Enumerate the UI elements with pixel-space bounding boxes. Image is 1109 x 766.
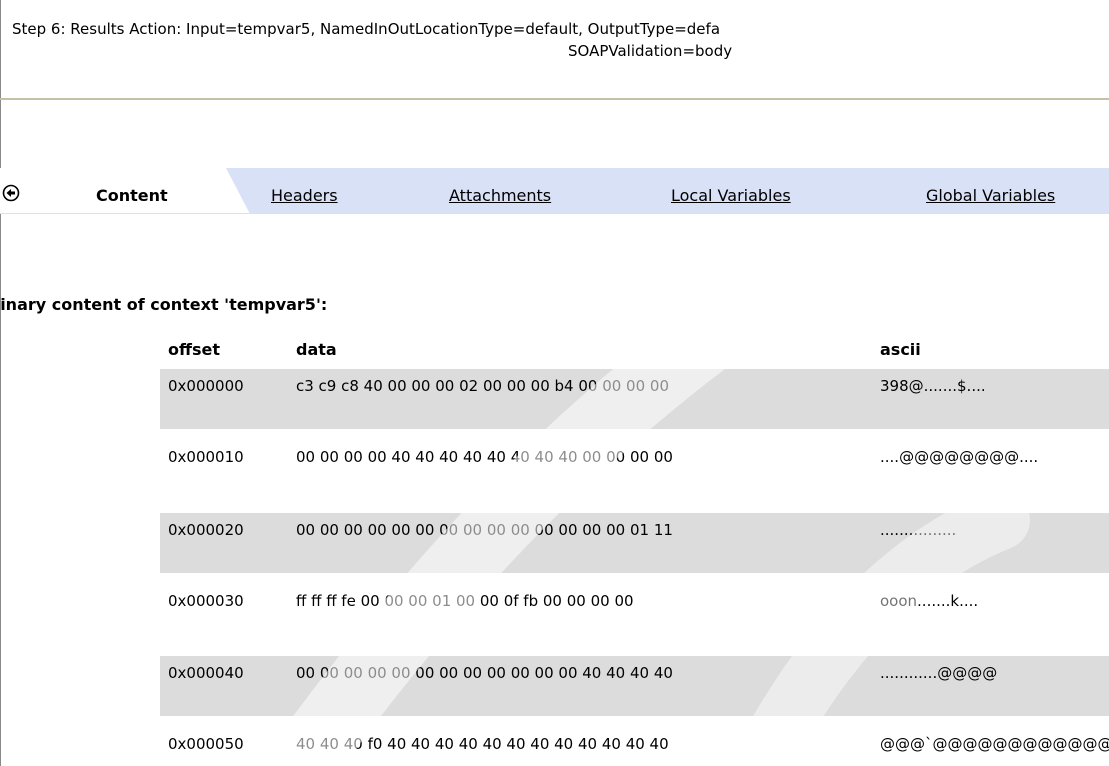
tab-global-variables[interactable]: Global Variables — [926, 186, 1055, 205]
table-row: 0x000030 ff ff ff fe 00 00 00 01 00 00 0… — [160, 584, 1109, 644]
binary-content-title: Binary content of context 'tempvar5': — [0, 295, 328, 314]
ascii-cell: ooon.......k.... — [880, 592, 979, 610]
table-row: 0x000050 40 40 40 f0 40 40 40 40 40 40 4… — [160, 727, 1109, 766]
offset-cell: 0x000010 — [168, 448, 244, 466]
data-cell: 40 40 40 f0 40 40 40 40 40 40 40 40 40 4… — [296, 735, 669, 753]
ascii-cell: @@@`@@@@@@@@@@@@ — [880, 735, 1109, 753]
ascii-cell: 398@.......$.... — [880, 377, 986, 395]
step-title: Step 6: Results Action: Input=tempvar5, … — [12, 18, 1109, 88]
offset-cell: 0x000020 — [168, 521, 244, 539]
offset-cell: 0x000000 — [168, 377, 244, 395]
ascii-cell: ............@@@@ — [880, 664, 998, 682]
tab-content[interactable]: Content — [96, 186, 168, 205]
data-cell: 00 00 00 00 40 40 40 40 40 40 40 40 00 0… — [296, 448, 673, 466]
tab-local-variables[interactable]: Local Variables — [671, 186, 791, 205]
tab-headers[interactable]: Headers — [271, 186, 338, 205]
column-header-offset: offset — [168, 340, 220, 359]
tab-attachments[interactable]: Attachments — [449, 186, 551, 205]
ascii-cell: ................ — [880, 521, 957, 539]
offset-cell: 0x000050 — [168, 735, 244, 753]
table-row: 0x000020 00 00 00 00 00 00 00 00 00 00 0… — [160, 513, 1109, 573]
data-cell: c3 c9 c8 40 00 00 00 02 00 00 00 b4 00 0… — [296, 377, 670, 395]
table-row: 0x000040 00 00 00 00 00 00 00 00 00 00 0… — [160, 656, 1109, 716]
step-title-line2: SOAPValidation=body — [568, 42, 733, 60]
window-left-border — [0, 0, 1, 766]
offset-cell: 0x000040 — [168, 664, 244, 682]
data-cell: 00 00 00 00 00 00 00 00 00 00 00 00 40 4… — [296, 664, 673, 682]
step-title-line1: Step 6: Results Action: Input=tempvar5, … — [12, 20, 721, 38]
ascii-cell: ....@@@@@@@@.... — [880, 448, 1039, 466]
data-cell: 00 00 00 00 00 00 00 00 00 00 00 00 00 0… — [296, 521, 673, 539]
column-header-data: data — [296, 340, 337, 359]
table-row: 0x000010 00 00 00 00 40 40 40 40 40 40 4… — [160, 440, 1109, 500]
offset-cell: 0x000030 — [168, 592, 244, 610]
data-cell: ff ff ff fe 00 00 00 01 00 00 0f fb 00 0… — [296, 592, 634, 610]
back-arrow-icon[interactable] — [2, 184, 20, 202]
column-header-ascii: ascii — [880, 340, 921, 359]
step-divider — [0, 98, 1109, 100]
table-row: 0x000000 c3 c9 c8 40 00 00 00 02 00 00 0… — [160, 369, 1109, 429]
